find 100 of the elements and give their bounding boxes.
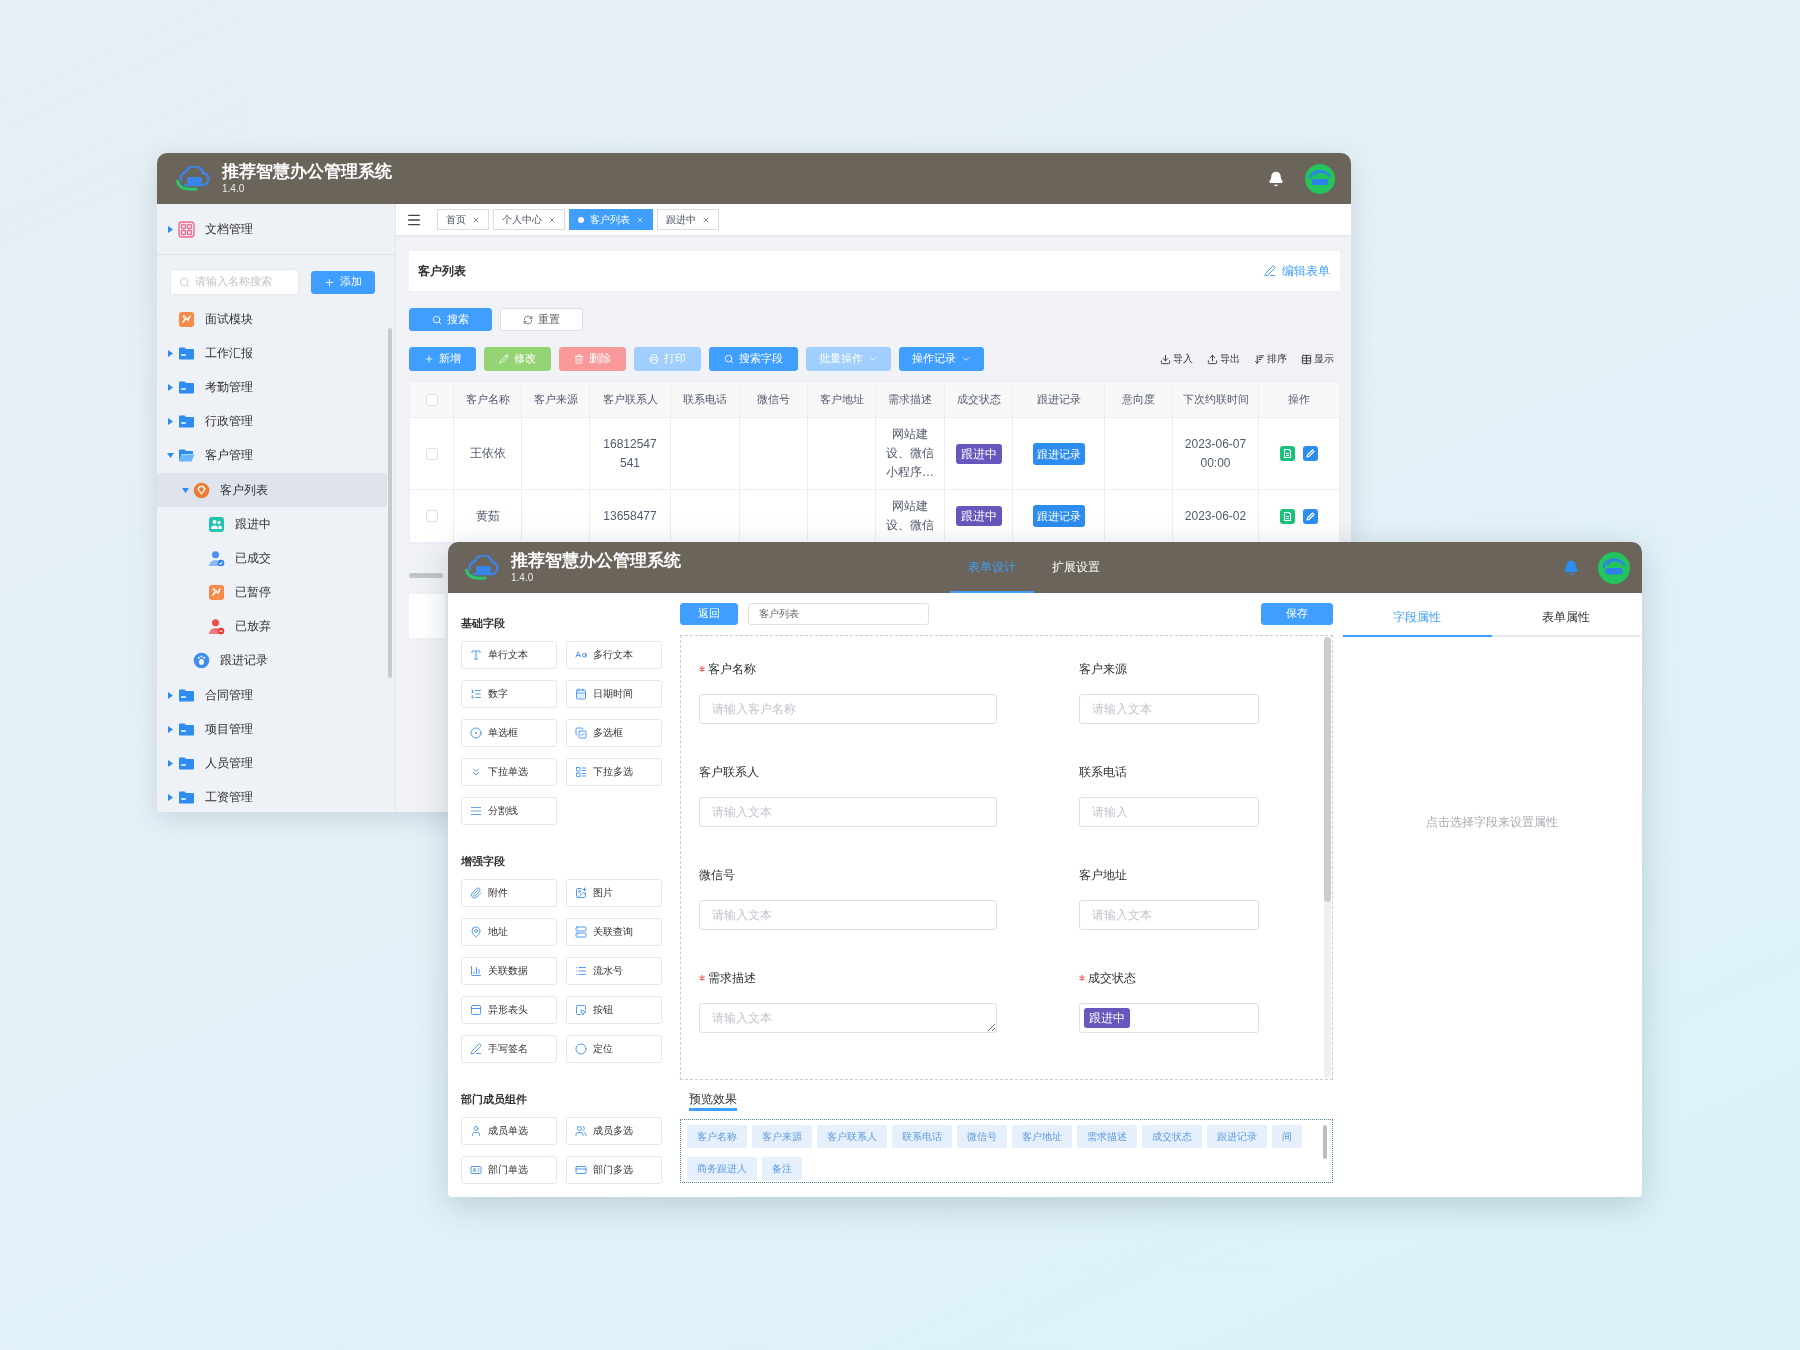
header-tab[interactable]: 扩展设置 bbox=[1034, 542, 1118, 593]
input-field[interactable]: 请输入文本 bbox=[1079, 900, 1259, 930]
input-field[interactable]: 请输入客户名称 bbox=[699, 694, 997, 724]
nav-item[interactable]: 已成交 bbox=[157, 541, 387, 576]
page-tab[interactable]: 跟进中 bbox=[657, 209, 719, 230]
caret-right-icon[interactable] bbox=[167, 691, 173, 699]
export-button[interactable]: 导出 bbox=[1207, 352, 1240, 366]
nav-item[interactable]: 合同管理 bbox=[157, 678, 387, 713]
field-type-button[interactable]: 关联数据 bbox=[461, 957, 557, 985]
caret-right-icon[interactable] bbox=[167, 418, 173, 426]
select-field[interactable]: 跟进中 bbox=[1079, 1003, 1259, 1033]
input-field[interactable]: 请输入 bbox=[1079, 797, 1259, 827]
field-type-button[interactable]: 部门多选 bbox=[566, 1156, 662, 1184]
upload-icon bbox=[1207, 353, 1218, 365]
panel-icon bbox=[470, 1004, 482, 1016]
nav-item[interactable]: 已放弃 bbox=[157, 609, 387, 644]
pencil-icon[interactable] bbox=[1303, 446, 1318, 461]
caret-down-icon[interactable] bbox=[166, 453, 174, 459]
field-type-button[interactable]: 下拉多选 bbox=[566, 758, 662, 786]
close-icon[interactable] bbox=[702, 215, 710, 224]
scrollbar-thumb[interactable] bbox=[1323, 1125, 1327, 1159]
nav-item[interactable]: 面试模块 bbox=[157, 302, 387, 337]
nav-item[interactable]: 人员管理 bbox=[157, 746, 387, 781]
nav-item[interactable]: 行政管理 bbox=[157, 404, 387, 439]
field-type-button[interactable]: 流水号 bbox=[566, 957, 662, 985]
scrollbar-thumb[interactable] bbox=[388, 328, 392, 678]
page-tab[interactable]: 个人中心 bbox=[493, 209, 565, 230]
reset-button[interactable]: 重置 bbox=[500, 308, 583, 331]
field-type-button[interactable]: 异形表头 bbox=[461, 996, 557, 1024]
column-header: 微信号 bbox=[740, 382, 808, 417]
avatar-icon[interactable] bbox=[1305, 163, 1335, 194]
field-type-button[interactable]: 定位 bbox=[566, 1035, 662, 1063]
field-type-button[interactable]: 下拉单选 bbox=[461, 758, 557, 786]
stacked-boxes-icon bbox=[575, 926, 587, 938]
textarea-field[interactable]: 请输入文本 bbox=[699, 1003, 997, 1033]
field-type-button[interactable]: 数字 bbox=[461, 680, 557, 708]
field-label: 客户地址 bbox=[1079, 866, 1127, 884]
nav-item[interactable]: 考勤管理 bbox=[157, 370, 387, 405]
nav-item[interactable]: 跟进中 bbox=[157, 507, 387, 542]
document-icon[interactable] bbox=[1280, 508, 1295, 524]
field-type-button[interactable]: 单选框 bbox=[461, 719, 557, 747]
cloud-logo-icon bbox=[175, 165, 211, 192]
field-type-button[interactable]: 关联查询 bbox=[566, 918, 662, 946]
checkbox[interactable] bbox=[425, 447, 438, 460]
bell-icon[interactable] bbox=[1268, 170, 1284, 187]
caret-right-icon[interactable] bbox=[167, 349, 173, 357]
version-label: 1.4.0 bbox=[222, 183, 246, 195]
field-type-button[interactable]: 多选框 bbox=[566, 719, 662, 747]
close-icon[interactable] bbox=[636, 215, 644, 224]
input-field[interactable]: 请输入文本 bbox=[699, 797, 997, 827]
nav-item[interactable]: 文档管理 bbox=[157, 204, 395, 255]
close-icon[interactable] bbox=[472, 215, 480, 224]
nav-item[interactable]: 工作汇报 bbox=[157, 336, 387, 371]
field-type-button[interactable]: 地址 bbox=[461, 918, 557, 946]
caret-right-icon[interactable] bbox=[167, 383, 173, 391]
column-header: 意向度 bbox=[1105, 382, 1173, 417]
field-type-button[interactable]: 成员单选 bbox=[461, 1117, 557, 1145]
scrollbar-thumb[interactable] bbox=[409, 573, 443, 578]
field-type-button[interactable]: 多行文本 bbox=[566, 641, 662, 669]
sort-button[interactable]: 排序 bbox=[1254, 352, 1287, 366]
nav-item[interactable]: 工资管理 bbox=[157, 780, 387, 812]
table-cell: 王依依 bbox=[454, 418, 522, 489]
caret-down-icon[interactable] bbox=[181, 487, 189, 493]
input-field[interactable]: 请输入文本 bbox=[699, 900, 997, 930]
field-type-button[interactable]: 附件 bbox=[461, 879, 557, 907]
field-type-button[interactable]: 分割线 bbox=[461, 797, 557, 825]
avatar-icon[interactable] bbox=[1598, 551, 1630, 584]
column-header: 下次约联时间 bbox=[1173, 382, 1259, 417]
caret-right-icon[interactable] bbox=[167, 725, 173, 733]
scrollbar-thumb[interactable] bbox=[1324, 637, 1331, 902]
document-icon[interactable] bbox=[1280, 446, 1295, 461]
nav-item[interactable]: 客户管理 bbox=[157, 438, 387, 473]
field-type-button[interactable]: 单行文本 bbox=[461, 641, 557, 669]
page-tab[interactable]: 首页 bbox=[437, 209, 489, 230]
nav-item[interactable]: 已暂停 bbox=[157, 575, 387, 610]
footprint-badge-icon bbox=[193, 652, 210, 670]
bar-chart-icon bbox=[470, 965, 482, 977]
nav-item[interactable]: 项目管理 bbox=[157, 712, 387, 747]
field-type-button[interactable]: 部门单选 bbox=[461, 1156, 557, 1184]
input-field[interactable]: 请输入文本 bbox=[1079, 694, 1259, 724]
form-name-field[interactable]: 客户列表 bbox=[748, 603, 929, 625]
chart-tile-icon bbox=[178, 310, 195, 328]
caret-right-icon[interactable] bbox=[167, 794, 173, 802]
property-tab[interactable]: 表单属性 bbox=[1491, 599, 1640, 637]
field-type-button[interactable]: 图片 bbox=[566, 879, 662, 907]
pencil-icon[interactable] bbox=[1303, 508, 1318, 524]
caret-right-icon[interactable] bbox=[167, 760, 173, 768]
field-type-button[interactable]: 日期时间 bbox=[566, 680, 662, 708]
pen-icon bbox=[470, 1043, 482, 1055]
nav-item[interactable]: 客户列表 bbox=[157, 472, 387, 508]
field-type-button[interactable]: 按钮 bbox=[566, 996, 662, 1024]
caret-right-icon[interactable] bbox=[167, 225, 173, 233]
checkbox[interactable] bbox=[425, 510, 438, 522]
nav-item[interactable]: 跟进记录 bbox=[157, 643, 387, 679]
import-button[interactable]: 导入 bbox=[1160, 352, 1193, 366]
checkbox[interactable] bbox=[425, 393, 438, 406]
field-type-button[interactable]: 成员多选 bbox=[566, 1117, 662, 1145]
columns-button[interactable]: 显示 bbox=[1301, 352, 1334, 366]
field-type-button[interactable]: 手写签名 bbox=[461, 1035, 557, 1063]
close-icon[interactable] bbox=[548, 215, 556, 224]
